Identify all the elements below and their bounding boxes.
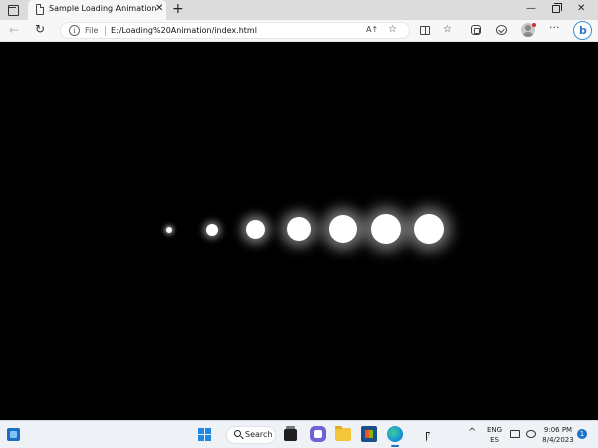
tab-title: Sample Loading Animation <box>49 4 157 13</box>
loading-dot <box>414 214 444 244</box>
search-icon <box>234 430 241 437</box>
clock[interactable]: 9:06 PM 8/4/2023 <box>540 425 576 445</box>
new-tab-button[interactable]: + <box>172 1 184 17</box>
loading-dot <box>329 215 357 243</box>
show-hidden-icons-button[interactable]: ^ <box>468 427 476 438</box>
mouse-cursor-icon <box>426 432 430 442</box>
task-view-icon[interactable] <box>284 426 297 441</box>
document-icon <box>36 4 44 15</box>
scheme-label: File <box>85 26 99 35</box>
add-favorite-icon[interactable]: ☆ <box>388 23 397 37</box>
clock-time: 9:06 PM <box>543 426 573 434</box>
chat-icon[interactable] <box>310 426 326 442</box>
profile-status-dot <box>532 23 536 27</box>
edge-icon[interactable] <box>387 426 403 442</box>
loading-dot <box>371 214 401 244</box>
start-button[interactable] <box>198 428 211 441</box>
tab-actions-icon[interactable] <box>6 3 20 17</box>
loading-dot <box>206 224 218 236</box>
language-primary: ENG <box>487 426 503 434</box>
active-app-indicator <box>391 445 399 447</box>
collections-icon[interactable] <box>471 25 481 35</box>
clock-date: 8/4/2023 <box>542 436 574 444</box>
back-button[interactable]: ← <box>9 23 19 37</box>
copilot-button[interactable]: b <box>573 21 592 40</box>
language-indicator[interactable]: ENG ES <box>487 425 502 445</box>
refresh-button[interactable]: ↻ <box>35 22 45 36</box>
loading-dot <box>287 217 311 241</box>
network-icon[interactable] <box>526 430 536 438</box>
address-separator <box>105 26 106 36</box>
read-aloud-icon[interactable]: A↑ <box>366 23 378 37</box>
bing-icon: b <box>579 24 587 37</box>
minimize-button[interactable]: — <box>526 3 536 14</box>
taskbar: Search ^ ENG ES 9:06 PM 8/4/2023 1 <box>0 420 598 448</box>
split-screen-icon[interactable] <box>420 26 430 35</box>
close-window-button[interactable]: ✕ <box>577 3 585 14</box>
browser-essentials-icon[interactable] <box>496 25 507 35</box>
page-content <box>0 42 598 420</box>
display-icon[interactable] <box>510 430 520 438</box>
favorites-icon[interactable]: ☆ <box>443 23 452 37</box>
widgets-icon[interactable] <box>7 428 20 441</box>
search-label: Search <box>245 430 273 439</box>
taskbar-search[interactable]: Search <box>226 426 276 444</box>
browser-toolbar: ← ↻ i File E:/Loading%20Animation/index.… <box>0 20 598 42</box>
tab-active[interactable]: Sample Loading Animation ✕ <box>28 0 166 20</box>
loading-dot <box>166 227 172 233</box>
info-icon[interactable]: i <box>69 25 80 36</box>
store-icon[interactable] <box>361 426 377 442</box>
more-options-button[interactable]: ··· <box>549 21 560 35</box>
address-bar[interactable]: i File E:/Loading%20Animation/index.html <box>60 22 410 39</box>
url-text[interactable]: E:/Loading%20Animation/index.html <box>111 26 257 35</box>
tab-strip: Sample Loading Animation ✕ + — ✕ <box>0 0 598 20</box>
file-explorer-icon[interactable] <box>335 426 351 441</box>
notification-badge[interactable]: 1 <box>577 429 587 439</box>
tab-close-icon[interactable]: ✕ <box>155 3 163 15</box>
loading-dot <box>246 220 265 239</box>
restore-button[interactable] <box>552 3 562 13</box>
language-secondary: ES <box>490 436 499 444</box>
